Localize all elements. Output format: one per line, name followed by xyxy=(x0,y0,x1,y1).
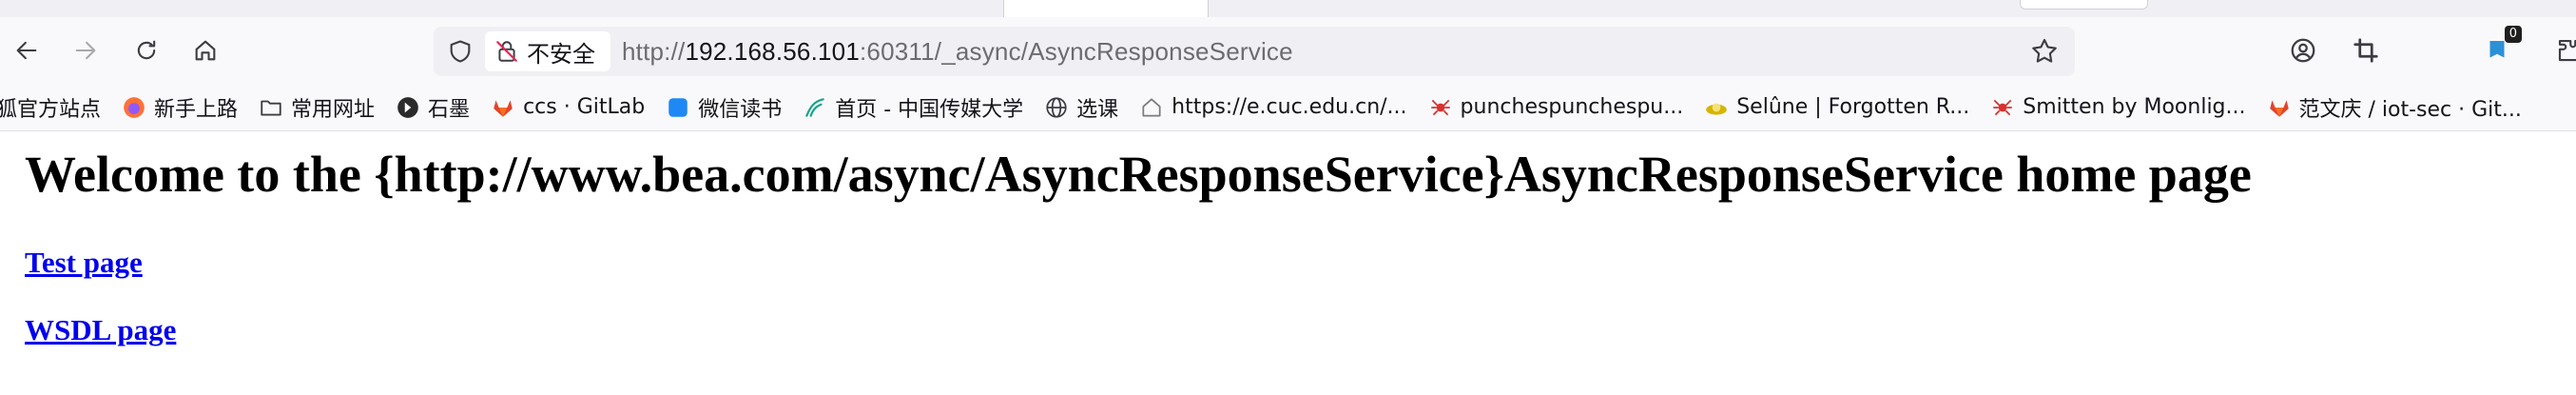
bookmark-item[interactable]: Selûne | Forgotten R... xyxy=(1704,95,1969,120)
cuc-icon xyxy=(803,95,827,120)
extension-button[interactable]: 0 xyxy=(2478,26,2522,69)
reload-button[interactable] xyxy=(127,31,165,69)
puzzle-icon xyxy=(2558,39,2576,62)
extensions-menu-button[interactable] xyxy=(2550,31,2576,69)
tab-stub[interactable] xyxy=(2020,0,2148,10)
reload-icon xyxy=(137,40,156,60)
wsdl-page-heading: WSDL page xyxy=(25,313,176,347)
home-icon xyxy=(195,40,216,61)
bookmark-item[interactable]: 新手上路 xyxy=(122,92,238,123)
url-scheme: http:// xyxy=(622,36,686,66)
home-page-icon xyxy=(1139,95,1164,120)
forward-arrow-icon xyxy=(75,41,96,60)
account-icon xyxy=(2291,38,2315,63)
back-button[interactable] xyxy=(8,31,46,69)
bookmark-label: Selûne | Forgotten R... xyxy=(1736,95,1970,119)
screenshot-button[interactable] xyxy=(2347,31,2385,69)
bookmark-item[interactable]: 狐官方站点 xyxy=(0,92,101,123)
bookmark-item[interactable]: 选课 xyxy=(1044,92,1118,123)
folder-icon xyxy=(259,95,283,120)
gitlab-icon xyxy=(491,95,515,120)
bookmark-item[interactable]: 常用网址 xyxy=(259,92,375,123)
url-path: :60311/_async/AsyncResponseService xyxy=(859,36,1293,66)
bookmark-label: Smitten by Moonlig... xyxy=(2023,95,2246,119)
active-tab[interactable] xyxy=(1003,0,1209,17)
test-page-link[interactable]: Test page xyxy=(25,246,143,279)
bookmark-item[interactable]: 首页 - 中国传媒大学 xyxy=(803,92,1023,123)
account-button[interactable] xyxy=(2284,31,2322,69)
bookmark-item[interactable]: Smitten by Moonlig... xyxy=(1990,95,2246,120)
bookmark-item[interactable]: 微信读书 xyxy=(666,92,782,123)
bookmark-label: 狐官方站点 xyxy=(0,97,102,122)
insecure-lock-icon xyxy=(496,41,517,62)
tab-strip xyxy=(0,0,2576,17)
address-bar[interactable]: 不安全 http://192.168.56.101:60311/_async/A… xyxy=(434,27,2075,76)
page-content: Welcome to the {http://www.bea.com/async… xyxy=(0,131,2576,395)
bookmark-label: 新手上路 xyxy=(154,97,239,122)
forward-button[interactable] xyxy=(67,31,105,69)
globe-icon xyxy=(1044,95,1069,120)
extension-badge: 0 xyxy=(2504,26,2522,43)
bookmark-label: 选课 xyxy=(1076,97,1119,122)
connection-insecure-button[interactable]: 不安全 xyxy=(485,31,610,71)
bookmark-label: 首页 - 中国传媒大学 xyxy=(835,97,1024,122)
bookmark-item[interactable]: 范文庆 / iot-sec · Git... xyxy=(2267,92,2522,123)
spider-icon xyxy=(1428,95,1453,120)
page-heading: Welcome to the {http://www.bea.com/async… xyxy=(25,146,2252,203)
home-button[interactable] xyxy=(186,31,224,69)
wsdl-page-link[interactable]: WSDL page xyxy=(25,313,176,346)
bookmark-item[interactable]: ccs · GitLab xyxy=(491,95,645,120)
bookmark-item[interactable]: https://e.cuc.edu.cn/... xyxy=(1139,95,1407,120)
shield-icon xyxy=(450,40,471,63)
bookmark-star-icon[interactable] xyxy=(2029,36,2060,67)
bookmarks-toolbar: 狐官方站点 新手上路 常用网址 石墨 ccs · GitLab 微信读书 首页 … xyxy=(0,84,2576,131)
gitlab-icon xyxy=(2267,95,2292,120)
url-host: 192.168.56.101 xyxy=(685,36,860,66)
back-arrow-icon xyxy=(16,41,37,60)
insecure-label: 不安全 xyxy=(527,40,595,68)
bookmark-item[interactable]: 石墨 xyxy=(396,92,470,123)
url-text[interactable]: http://192.168.56.101:60311/_async/Async… xyxy=(622,37,1293,67)
bookmark-label: https://e.cuc.edu.cn/... xyxy=(1172,95,1407,119)
crop-icon xyxy=(2353,38,2378,63)
bookmark-label: 石墨 xyxy=(428,97,471,122)
shimo-icon xyxy=(396,95,420,120)
bookmark-label: 范文庆 / iot-sec · Git... xyxy=(2298,97,2522,122)
tracking-protection-button[interactable] xyxy=(441,32,479,70)
bookmark-item[interactable]: punchespunchespu... xyxy=(1428,95,1684,120)
navigation-toolbar: 不安全 http://192.168.56.101:60311/_async/A… xyxy=(0,17,2576,84)
bookmark-label: ccs · GitLab xyxy=(523,95,646,119)
weread-icon xyxy=(666,95,690,120)
bookmark-label: 微信读书 xyxy=(698,97,783,122)
moon-icon xyxy=(1704,95,1729,120)
test-page-heading: Test page xyxy=(25,246,143,280)
firefox-icon xyxy=(122,95,146,120)
spider-icon xyxy=(1990,95,2015,120)
bookmark-label: punchespunchespu... xyxy=(1460,95,1684,119)
bookmark-label: 常用网址 xyxy=(291,97,376,122)
